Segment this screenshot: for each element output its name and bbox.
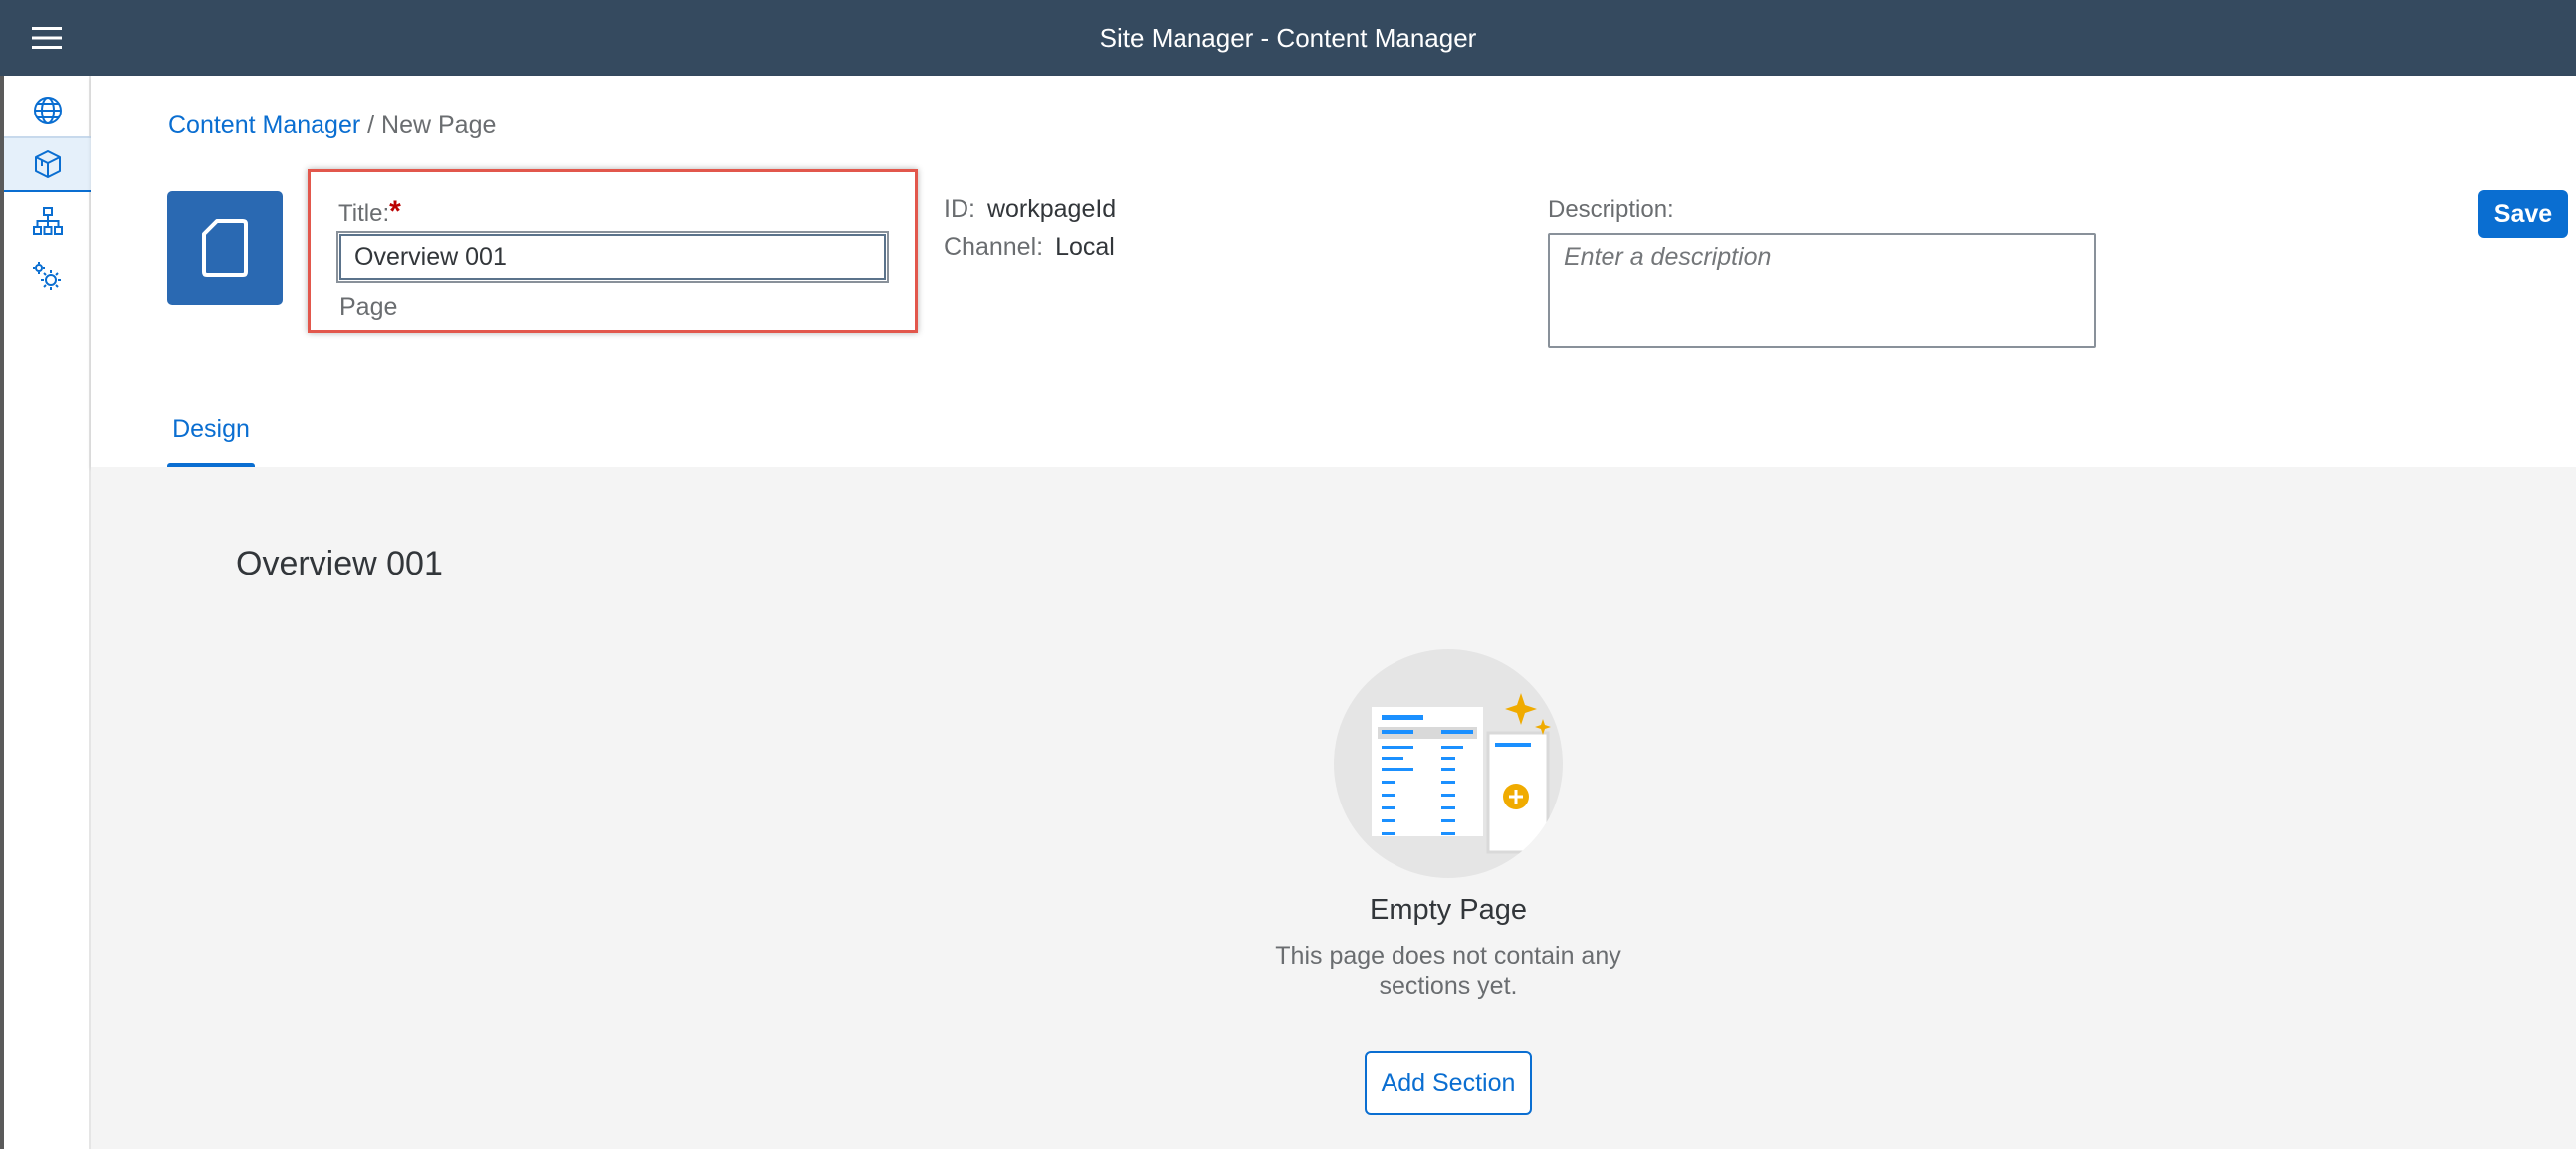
description-label: Description: bbox=[1548, 196, 1674, 223]
title-label: Title:* bbox=[338, 195, 401, 229]
title-input[interactable] bbox=[336, 231, 889, 283]
channel-label: Channel: bbox=[944, 233, 1044, 261]
title-label-text: Title: bbox=[338, 200, 390, 227]
object-type-label: Page bbox=[339, 293, 398, 321]
shell-bar: Site Manager - Content Manager bbox=[0, 0, 2576, 76]
globe-icon bbox=[33, 97, 62, 124]
breadcrumb-link-content-manager[interactable]: Content Manager bbox=[168, 112, 360, 139]
breadcrumb-current: New Page bbox=[381, 112, 497, 139]
nav-item-content-manager[interactable] bbox=[4, 136, 91, 192]
hierarchy-icon bbox=[32, 207, 63, 235]
nav-item-sites[interactable] bbox=[4, 83, 91, 138]
nav-item-settings[interactable] bbox=[4, 249, 91, 305]
breadcrumb-separator: / bbox=[367, 112, 375, 139]
save-button[interactable]: Save bbox=[2478, 190, 2568, 238]
empty-state-title: Empty Page bbox=[1370, 894, 1527, 926]
tab-design-label: Design bbox=[172, 415, 250, 443]
shell-title: Site Manager - Content Manager bbox=[1099, 23, 1477, 53]
empty-state-text: This page does not contain any sections … bbox=[1275, 942, 1621, 1000]
tab-design[interactable]: Design bbox=[167, 406, 255, 468]
content-area bbox=[91, 467, 2576, 1149]
nav-item-site-structure[interactable] bbox=[4, 193, 91, 249]
breadcrumb: Content Manager / New Page bbox=[168, 112, 496, 140]
id-value: workpageId bbox=[986, 195, 1117, 223]
empty-page-illustration bbox=[1334, 649, 1563, 878]
page-type-icon bbox=[167, 191, 283, 305]
cube-icon bbox=[34, 150, 61, 178]
description-input[interactable] bbox=[1548, 233, 2096, 348]
id-field: ID: workpageId bbox=[944, 195, 1116, 224]
page-heading: Overview 001 bbox=[236, 545, 443, 582]
id-label: ID: bbox=[944, 195, 975, 223]
required-marker: * bbox=[389, 195, 401, 228]
channel-field: Channel: Local bbox=[944, 233, 1115, 262]
add-section-button[interactable]: Add Section bbox=[1365, 1051, 1532, 1115]
document-icon bbox=[202, 219, 248, 277]
channel-value: Local bbox=[1055, 233, 1115, 261]
gears-icon bbox=[32, 262, 61, 290]
side-navigation bbox=[0, 76, 91, 1149]
